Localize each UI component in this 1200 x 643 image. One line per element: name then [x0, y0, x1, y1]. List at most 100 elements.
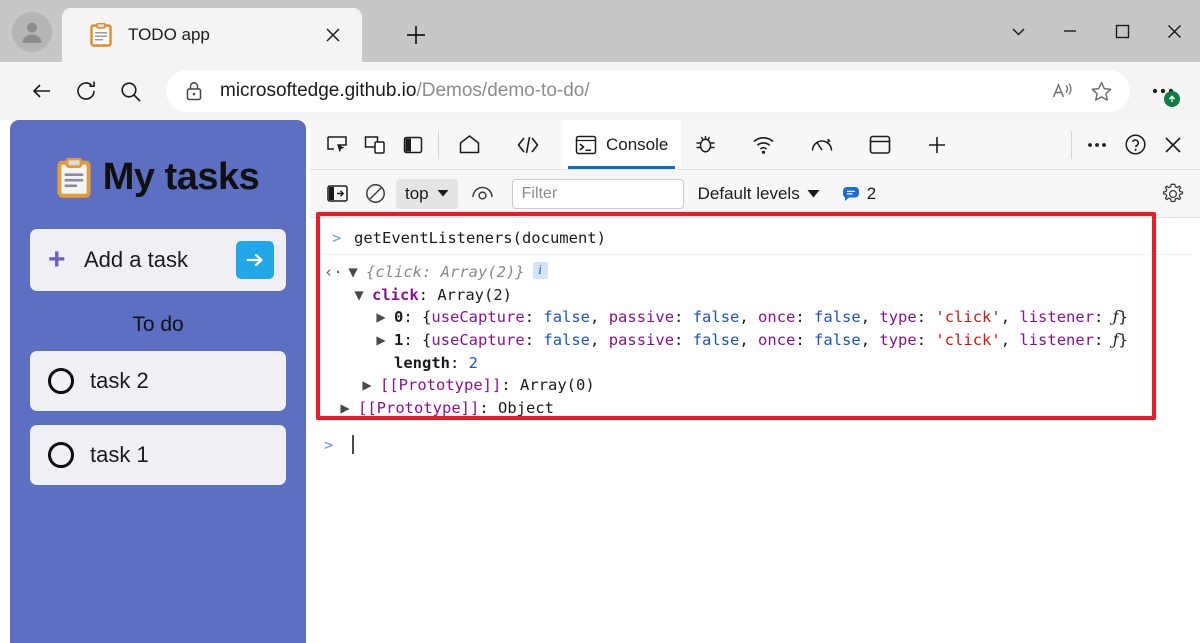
browser-window: TODO app: [0, 0, 1200, 643]
property-separator: :: [403, 329, 422, 352]
tab-elements[interactable]: [503, 120, 562, 169]
property-separator: :: [419, 284, 438, 307]
execution-context-selector[interactable]: top: [396, 179, 458, 209]
task-item[interactable]: task 1: [30, 425, 286, 485]
close-window-button[interactable]: [1148, 8, 1200, 54]
back-button[interactable]: [20, 69, 64, 113]
help-icon: [1124, 133, 1147, 156]
expand-triangle-icon[interactable]: ▶: [338, 397, 352, 420]
new-tab-button[interactable]: [398, 17, 434, 53]
device-emulation-button[interactable]: [356, 126, 394, 164]
browser-toolbar: microsoftedge.github.io/Demos/demo-to-do…: [0, 62, 1200, 120]
search-button[interactable]: [108, 69, 152, 113]
tab-welcome[interactable]: [445, 120, 503, 169]
devtools-close-button[interactable]: [1154, 126, 1192, 164]
more-tools-button[interactable]: [913, 120, 970, 169]
property-value: Array(2): [437, 284, 512, 307]
obj-key-listener: listener: [1019, 331, 1094, 349]
property-value: Array(0): [520, 374, 595, 397]
maximize-button[interactable]: [1096, 8, 1148, 54]
close-icon: [1166, 23, 1183, 40]
code-brackets-icon: [516, 134, 540, 156]
plus-icon: [405, 24, 427, 46]
property-key: 1: [394, 329, 403, 352]
prototype-row[interactable]: ▶ [[Prototype]] : Object: [324, 397, 1200, 420]
minimize-button[interactable]: [1044, 8, 1096, 54]
home-icon: [458, 133, 481, 156]
console-command-text: getEventListeners(document): [354, 229, 606, 247]
toolbar-divider: [438, 131, 439, 159]
task-checkbox-icon[interactable]: [48, 368, 74, 394]
console-settings-button[interactable]: [1154, 175, 1192, 213]
console-output-area[interactable]: > getEventListeners(document) ‹· ▼ {clic…: [310, 218, 1200, 643]
expand-triangle-icon[interactable]: ▶: [360, 374, 374, 397]
console-filter-input[interactable]: Filter: [512, 179, 684, 209]
read-aloud-button[interactable]: [1044, 72, 1082, 110]
clipboard-icon: [57, 158, 91, 198]
tab-performance[interactable]: [797, 120, 856, 169]
expand-triangle-icon[interactable]: ▶: [374, 306, 388, 329]
bug-debugger-icon: [694, 133, 717, 156]
tab-close-button[interactable]: [318, 20, 348, 50]
favorite-button[interactable]: [1082, 72, 1120, 110]
add-task-input[interactable]: + Add a task: [30, 229, 286, 291]
devtools-right-controls: [1065, 126, 1200, 164]
log-levels-selector[interactable]: Default levels: [698, 184, 820, 204]
todo-section-label: To do: [30, 313, 286, 337]
object-property-row[interactable]: ▼ click : Array(2): [324, 284, 1200, 307]
property-value: {useCapture: false, passive: false, once…: [422, 329, 1128, 352]
add-task-submit-button[interactable]: [236, 241, 274, 279]
browser-settings-button[interactable]: [1140, 69, 1186, 113]
maximize-icon: [1115, 24, 1130, 39]
browser-tab[interactable]: TODO app: [62, 8, 362, 62]
message-count-badge[interactable]: 2: [842, 184, 876, 204]
live-expression-button[interactable]: [464, 175, 502, 213]
clear-console-button[interactable]: [356, 175, 394, 213]
obj-val-type: 'click': [935, 331, 1000, 349]
task-item[interactable]: task 2: [30, 351, 286, 411]
update-arrow-badge: [1164, 91, 1180, 107]
tab-network[interactable]: [739, 120, 797, 169]
message-bubble-icon: [842, 186, 860, 202]
star-icon: [1090, 80, 1113, 103]
console-sidebar-toggle[interactable]: [318, 175, 356, 213]
url-domain: microsoftedge.github.io: [220, 80, 416, 101]
property-key: length: [394, 352, 450, 375]
application-box-icon: [869, 134, 891, 155]
site-info-button[interactable]: [184, 80, 204, 102]
task-checkbox-icon[interactable]: [48, 442, 74, 468]
dock-side-button[interactable]: [394, 126, 432, 164]
tab-console[interactable]: Console: [562, 120, 681, 169]
return-arrow-icon: ‹·: [324, 261, 340, 284]
prototype-row[interactable]: ▶ [[Prototype]] : Array(0): [324, 374, 1200, 397]
tab-search-button[interactable]: [992, 8, 1044, 54]
expand-triangle-icon[interactable]: ▼: [346, 261, 360, 284]
tab-console-label: Console: [606, 135, 668, 155]
object-property-row[interactable]: ▶ 0 : {useCapture: false, passive: false…: [324, 306, 1200, 329]
address-bar[interactable]: microsoftedge.github.io/Demos/demo-to-do…: [166, 70, 1130, 112]
expand-triangle-icon[interactable]: ▶: [374, 329, 388, 352]
devtools-panel: Console: [310, 120, 1200, 643]
refresh-button[interactable]: [64, 69, 108, 113]
chevron-down-icon: [437, 189, 449, 198]
console-input-row[interactable]: >: [310, 425, 1200, 454]
object-property-row[interactable]: ▶ 1 : {useCapture: false, passive: false…: [324, 329, 1200, 352]
profile-avatar[interactable]: [12, 12, 52, 52]
obj-val-usecapture: false: [543, 308, 590, 326]
result-preview-row[interactable]: ‹· ▼ {click: Array(2)} i: [324, 261, 1200, 284]
devtools-more-button[interactable]: [1078, 126, 1116, 164]
obj-key-usecapture: useCapture: [431, 308, 524, 326]
expand-triangle-icon[interactable]: ▼: [352, 284, 366, 307]
obj-key-type: type: [879, 308, 916, 326]
tab-application[interactable]: [856, 120, 913, 169]
minimize-icon: [1062, 23, 1078, 39]
info-badge-icon[interactable]: i: [533, 262, 548, 279]
devtools-close-icon: [1163, 135, 1183, 155]
gear-icon: [1161, 182, 1185, 206]
devtools-help-button[interactable]: [1116, 126, 1154, 164]
tab-sources[interactable]: [681, 120, 739, 169]
inspect-element-button[interactable]: [318, 126, 356, 164]
back-arrow-icon: [30, 79, 54, 103]
prompt-chevron-icon: >: [324, 436, 340, 454]
obj-val-passive: false: [693, 308, 740, 326]
